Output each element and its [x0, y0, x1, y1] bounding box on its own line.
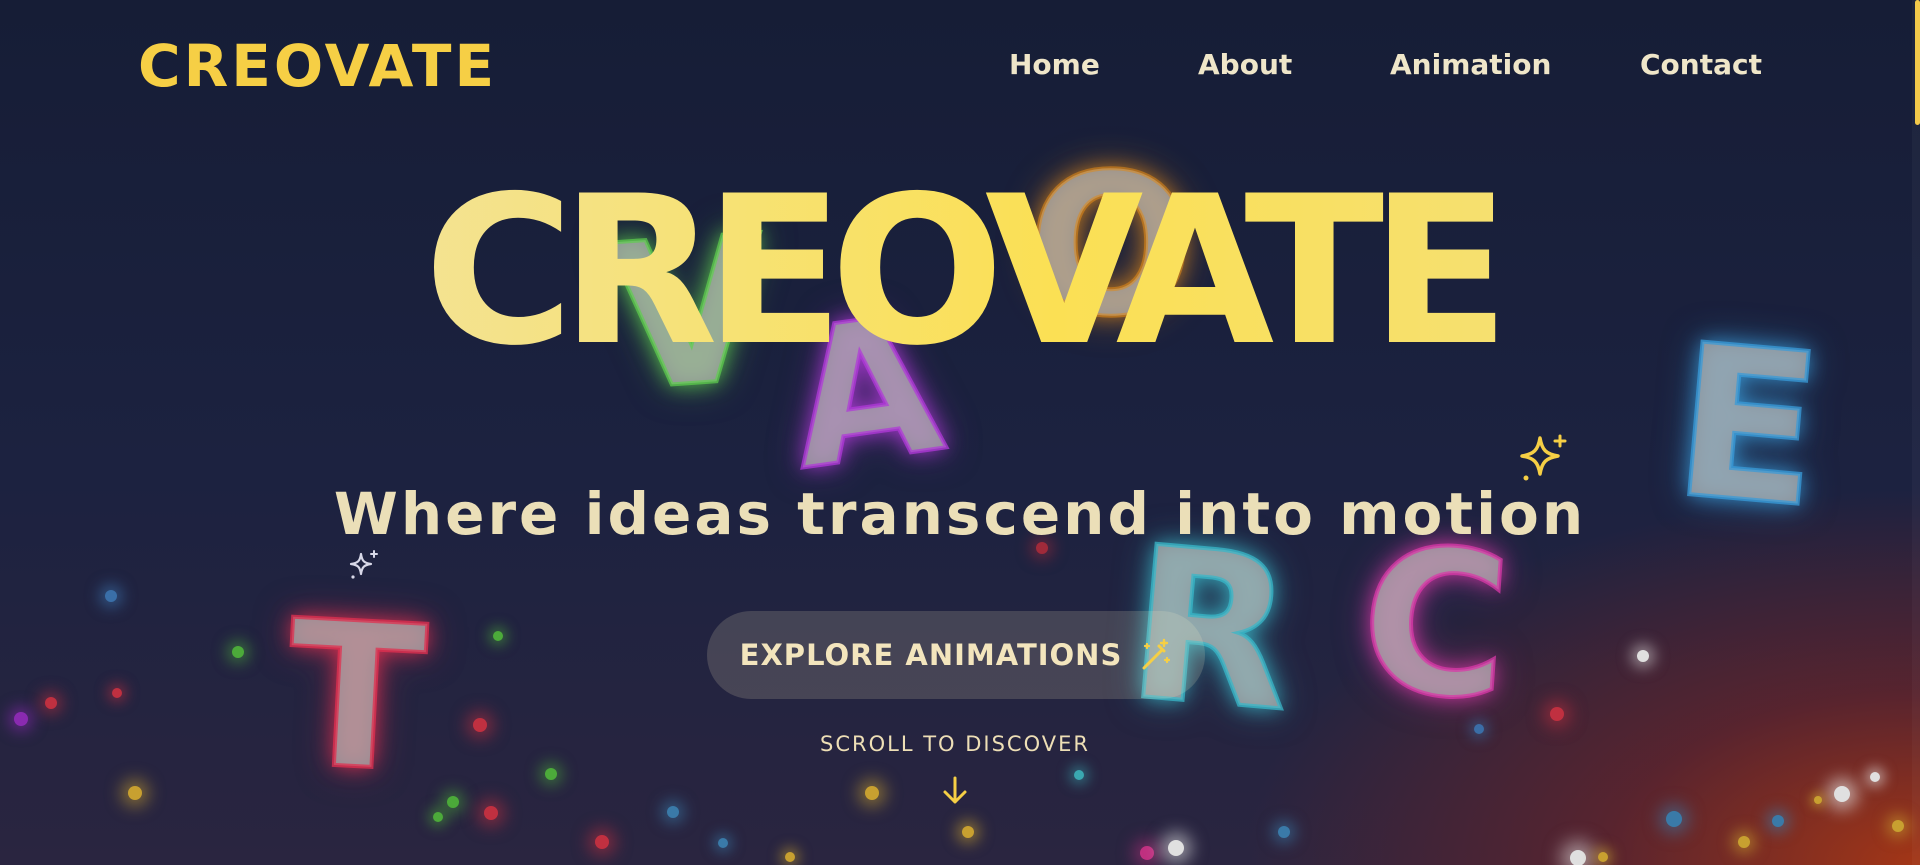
explore-animations-button[interactable]: EXPLORE ANIMATIONS [707, 611, 1205, 699]
scroll-hint: SCROLL TO DISCOVER [820, 732, 1090, 756]
scrollbar[interactable] [1912, 0, 1920, 865]
site-header: CREOVATE Home About Animation Contact [0, 0, 1910, 130]
nav-link-contact[interactable]: Contact [1640, 48, 1762, 81]
cta-label: EXPLORE ANIMATIONS [739, 638, 1123, 672]
hero-title: CREOVATE [0, 170, 1920, 375]
hero-subtitle: Where ideas transcend into motion [333, 480, 1587, 548]
nav-link-animation[interactable]: Animation [1390, 48, 1551, 81]
magic-wand-icon [1142, 638, 1171, 670]
arrow-down-icon[interactable] [940, 775, 970, 807]
floating-letter-c: C [1352, 501, 1519, 748]
nav-link-home[interactable]: Home [1009, 48, 1100, 81]
scrollbar-thumb[interactable] [1915, 0, 1920, 125]
sparkle-small-icon [349, 550, 378, 579]
page: V A O E R C T CREOVATE Home About Animat… [0, 0, 1920, 865]
main-nav: Home About Animation Contact [0, 48, 1800, 88]
sparkle-icon [1520, 434, 1567, 481]
floating-letter-t: T [280, 576, 432, 820]
nav-link-about[interactable]: About [1198, 48, 1292, 81]
